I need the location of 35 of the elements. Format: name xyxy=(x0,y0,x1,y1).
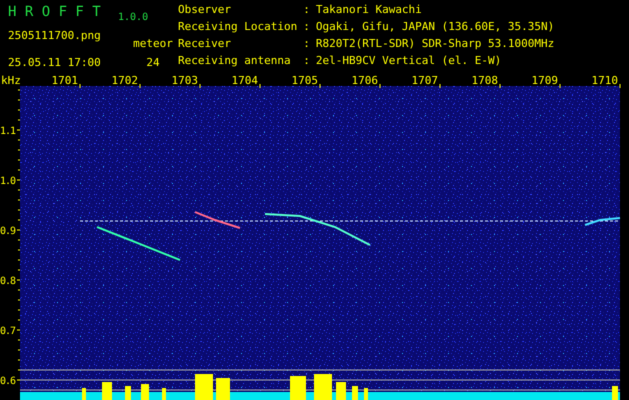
axis-tick-label: 0.7 xyxy=(0,326,16,337)
info-value: Ogaki, Gifu, JAPAN (136.60E, 35.35N) xyxy=(316,21,554,35)
info-separator: : xyxy=(303,4,310,18)
axis-tick-label: 1708 xyxy=(472,74,498,87)
axis-tick-label: 1705 xyxy=(292,74,318,87)
axis-tick-label: 1709 xyxy=(532,74,558,87)
axis-tick-label: 1701 xyxy=(52,74,78,87)
axis-tick-label: 1702 xyxy=(112,74,138,87)
info-value: 2el-HB9CV Vertical (el. E-W) xyxy=(316,55,502,69)
file-name: 2505111700.png xyxy=(8,28,102,44)
version-label: 1.0.0 xyxy=(118,12,150,23)
axis-tick-label: 1707 xyxy=(412,74,438,87)
info-value: R820T2(RTL-SDR) SDR-Sharp 53.1000MHz xyxy=(316,38,554,52)
date-time: 25.05.11 17:00 xyxy=(8,56,102,72)
info-separator: : xyxy=(303,38,310,52)
info-label: Receiving Location xyxy=(178,21,298,35)
info-separator: : xyxy=(303,55,310,69)
info-value: Takanori Kawachi xyxy=(316,4,423,18)
meteor-count: 24 xyxy=(145,56,161,72)
app-title: H R O F F T xyxy=(8,4,102,22)
axis-tick-label: 1710 xyxy=(592,74,618,87)
axis-tick-label: 1706 xyxy=(352,74,378,87)
info-label: Receiver xyxy=(178,38,232,52)
axis-tick-label: 1.1 xyxy=(0,126,16,137)
axis-tick-label: 0.6 xyxy=(0,376,16,387)
axis-tick-label: 1704 xyxy=(232,74,258,87)
info-label: Observer xyxy=(178,4,232,18)
axis-tick-label: 1703 xyxy=(172,74,198,87)
info-label: Receiving antenna xyxy=(178,55,292,69)
axis-unit-label: kHz xyxy=(1,74,21,87)
axis-tick-label: 1.0 xyxy=(0,176,16,187)
axis-tick-label: 0.9 xyxy=(0,226,16,237)
info-separator: : xyxy=(303,21,310,35)
axis-tick-label: 0.8 xyxy=(0,276,16,287)
count-label: meteor xyxy=(132,36,174,52)
